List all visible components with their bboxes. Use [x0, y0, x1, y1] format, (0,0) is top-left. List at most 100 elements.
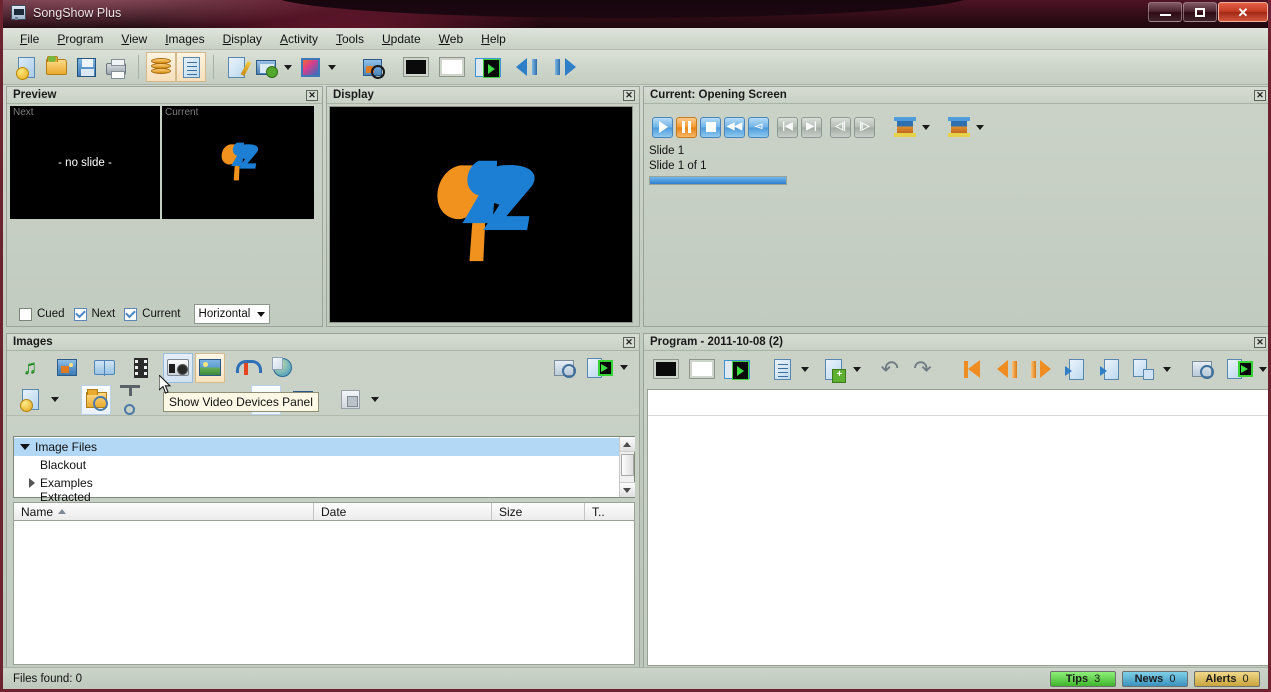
- duplicate-item-button[interactable]: [1130, 354, 1159, 384]
- image-search-button[interactable]: [357, 52, 387, 82]
- stop-button[interactable]: [700, 116, 721, 138]
- go-live-dropdown[interactable]: [1257, 354, 1268, 384]
- new-image-button[interactable]: [15, 385, 45, 415]
- find-text-button[interactable]: [120, 384, 150, 415]
- pause-button[interactable]: [676, 116, 697, 138]
- logo-screen-button[interactable]: [473, 52, 503, 82]
- previous-slide-button[interactable]: [513, 52, 543, 82]
- loop-button[interactable]: ◅: [748, 116, 769, 138]
- menu-update[interactable]: Update: [373, 29, 430, 49]
- white-screen-button[interactable]: [437, 52, 467, 82]
- new-document-button[interactable]: [11, 52, 41, 82]
- close-button[interactable]: ✕: [1218, 2, 1268, 22]
- song-database-button[interactable]: [146, 52, 176, 82]
- program-list-row[interactable]: [648, 390, 1268, 416]
- images-panel-close-button[interactable]: ✕: [623, 336, 635, 348]
- previous-slide-button[interactable]: ◁|: [830, 116, 851, 138]
- video-panel-button[interactable]: [126, 353, 156, 383]
- display-settings-button[interactable]: [251, 52, 281, 82]
- background-dropdown[interactable]: [325, 52, 339, 82]
- last-slide-button[interactable]: ▶|: [801, 116, 822, 138]
- image-file-list[interactable]: [13, 521, 635, 665]
- add-item-dropdown[interactable]: [850, 354, 863, 384]
- program-item-list[interactable]: [647, 389, 1268, 666]
- next-slide-button[interactable]: |▷: [854, 116, 875, 138]
- bible-panel-button[interactable]: [89, 353, 119, 383]
- background-button[interactable]: [295, 52, 325, 82]
- menu-view[interactable]: View: [112, 29, 156, 49]
- tree-scrollbar[interactable]: [619, 437, 635, 497]
- browse-folder-button[interactable]: [81, 384, 111, 415]
- preview-monitor-button[interactable]: [549, 353, 579, 383]
- undo-button[interactable]: ↶: [876, 354, 905, 384]
- rewind-button[interactable]: ◀◀: [724, 116, 745, 138]
- tips-badge[interactable]: Tips 3: [1050, 670, 1116, 687]
- edit-song-button[interactable]: [221, 52, 251, 82]
- next-checkbox[interactable]: [73, 307, 87, 321]
- column-header-size[interactable]: Size: [492, 503, 585, 520]
- scroll-up-button[interactable]: [619, 437, 635, 452]
- image-files-tree[interactable]: Image Files Blackout Examples Extracted: [13, 436, 635, 502]
- go-live-dropdown[interactable]: [617, 353, 631, 383]
- audio-panel-button[interactable]: ♫: [15, 353, 45, 383]
- transition-out-button[interactable]: [948, 116, 970, 138]
- program-list-button[interactable]: [176, 52, 206, 82]
- menu-web[interactable]: Web: [430, 29, 472, 49]
- black-screen-button[interactable]: [652, 354, 681, 384]
- go-live-button[interactable]: [1226, 354, 1255, 384]
- menu-tools[interactable]: Tools: [327, 29, 373, 49]
- play-button[interactable]: [652, 116, 673, 138]
- menu-images[interactable]: Images: [156, 29, 213, 49]
- new-program-dropdown[interactable]: [798, 354, 811, 384]
- transition-in-button[interactable]: [894, 116, 916, 138]
- previous-item-button[interactable]: [993, 354, 1022, 384]
- images-panel-button[interactable]: [52, 353, 82, 383]
- display-canvas[interactable]: [329, 106, 633, 323]
- white-screen-button[interactable]: [688, 354, 717, 384]
- news-badge[interactable]: News 0: [1122, 670, 1188, 687]
- first-item-button[interactable]: [961, 354, 990, 384]
- new-image-dropdown[interactable]: [48, 385, 62, 415]
- tree-item-extracted[interactable]: Extracted: [14, 492, 619, 502]
- orientation-select[interactable]: Horizontal: [193, 304, 270, 324]
- audio-devices-panel-button[interactable]: [231, 353, 262, 383]
- current-panel-close-button[interactable]: ✕: [1254, 89, 1266, 101]
- alerts-badge[interactable]: Alerts 0: [1194, 670, 1260, 687]
- display-panel-close-button[interactable]: ✕: [623, 89, 635, 101]
- current-checkbox[interactable]: [124, 307, 138, 321]
- go-live-button[interactable]: [585, 353, 615, 383]
- menu-file[interactable]: FFileile: [11, 29, 48, 49]
- tree-item-examples[interactable]: Examples: [14, 474, 619, 492]
- display-settings-dropdown[interactable]: [281, 52, 295, 82]
- add-item-button[interactable]: [820, 354, 849, 384]
- column-header-type[interactable]: T..: [585, 503, 634, 520]
- menu-program[interactable]: Program: [48, 29, 112, 49]
- program-panel-close-button[interactable]: ✕: [1254, 336, 1266, 348]
- first-slide-button[interactable]: |◀: [777, 116, 798, 138]
- column-header-date[interactable]: Date: [314, 503, 492, 520]
- minimize-button[interactable]: [1148, 2, 1182, 22]
- new-program-button[interactable]: [768, 354, 797, 384]
- resize-button[interactable]: [335, 385, 365, 415]
- menu-display[interactable]: Display: [214, 29, 271, 49]
- transition-out-dropdown[interactable]: [973, 112, 987, 142]
- save-button[interactable]: [71, 52, 101, 82]
- move-item-left-button[interactable]: [1060, 354, 1089, 384]
- next-slide-button[interactable]: [549, 52, 579, 82]
- next-item-button[interactable]: [1026, 354, 1055, 384]
- black-screen-button[interactable]: [401, 52, 431, 82]
- open-folder-button[interactable]: [41, 52, 71, 82]
- preview-monitor-button[interactable]: [1188, 354, 1217, 384]
- redo-button[interactable]: ↷: [908, 354, 937, 384]
- backgrounds-panel-button[interactable]: [195, 352, 225, 383]
- scroll-down-button[interactable]: [619, 482, 635, 497]
- menu-help[interactable]: Help: [472, 29, 515, 49]
- current-progress-bar[interactable]: [649, 176, 787, 185]
- column-header-name[interactable]: Name: [14, 503, 314, 520]
- scroll-thumb[interactable]: [620, 454, 634, 476]
- web-panel-button[interactable]: [267, 353, 297, 383]
- maximize-button[interactable]: [1183, 2, 1217, 22]
- logo-screen-button[interactable]: [723, 354, 752, 384]
- move-item-right-button[interactable]: [1095, 354, 1124, 384]
- print-button[interactable]: [101, 52, 131, 82]
